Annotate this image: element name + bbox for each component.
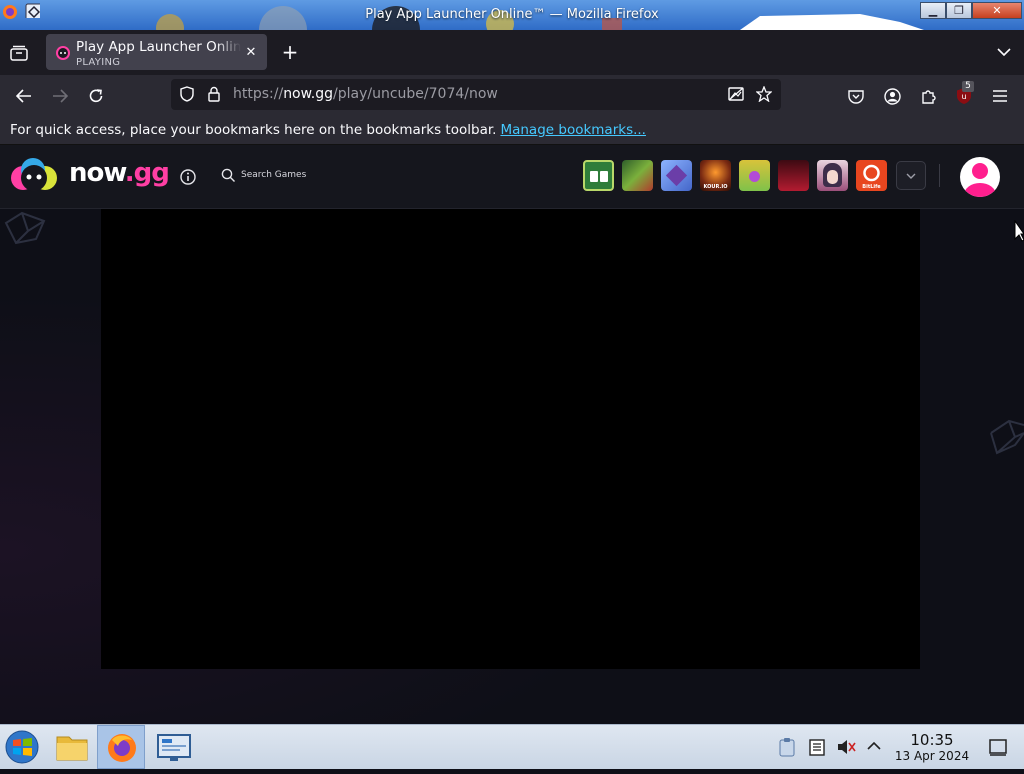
url-path: /play/uncube/7074/now (333, 86, 498, 102)
url-text[interactable]: https://now.gg/play/uncube/7074/now (233, 86, 498, 102)
manage-bookmarks-link[interactable]: Manage bookmarks... (500, 122, 646, 138)
cube-decoration-left (4, 211, 46, 245)
site-header: now.gg Search Games KOUR.IO BitLife (0, 145, 1024, 209)
nowgg-favicon-icon (56, 46, 70, 60)
app-menu-icon[interactable] (989, 85, 1011, 107)
mouse-cursor-icon (1014, 220, 1024, 242)
game-icon-7[interactable] (817, 160, 848, 191)
game-player-canvas[interactable] (101, 209, 920, 669)
window-titlebar: Play App Launcher Online™ — Mozilla Fire… (0, 0, 1024, 30)
tracking-protection-shield-icon[interactable] (178, 85, 196, 103)
bookmarks-empty-message: For quick access, place your bookmarks h… (10, 122, 646, 138)
extensions-puzzle-icon[interactable] (918, 85, 940, 107)
bookmarks-toolbar: For quick access, place your bookmarks h… (0, 116, 1024, 145)
user-icon (964, 163, 996, 197)
logo-now: now (69, 158, 126, 188)
tab-title: Play App Launcher Online™ (76, 39, 241, 55)
game-icon-6[interactable] (778, 160, 809, 191)
url-host: now.gg (283, 86, 334, 102)
clock-date: 13 Apr 2024 (894, 749, 970, 763)
nowgg-logo-text[interactable]: now.gg (69, 158, 170, 188)
game-icon-2[interactable] (622, 160, 653, 191)
window-title: Play App Launcher Online™ — Mozilla Fire… (365, 7, 659, 22)
taskbar-file-manager[interactable] (48, 725, 96, 769)
firefox-icon (108, 734, 136, 762)
cube-decoration-right (990, 419, 1024, 455)
search-icon (221, 168, 235, 182)
system-clock[interactable]: 10:35 13 Apr 2024 (887, 731, 977, 763)
reload-icon[interactable] (85, 85, 107, 107)
chevron-down-icon (906, 173, 916, 179)
tab-strip: Play App Launcher Online™ PLAYING ✕ + (0, 30, 1024, 75)
back-icon[interactable] (13, 85, 35, 107)
game-label-kour: KOUR.IO (703, 184, 728, 190)
taskbar-firefox[interactable] (97, 725, 145, 769)
game-icon-solitaire[interactable] (583, 160, 614, 191)
new-tab-icon[interactable]: + (280, 40, 300, 64)
game-icon-kour[interactable]: KOUR.IO (700, 160, 731, 191)
svg-text:u: u (961, 92, 966, 101)
tab-overview-icon[interactable] (9, 43, 29, 63)
navigation-toolbar: https://now.gg/play/uncube/7074/now u 5 (0, 75, 1024, 116)
header-divider (939, 164, 940, 187)
pocket-icon[interactable] (845, 85, 867, 107)
taskbar-control-panel[interactable] (150, 725, 198, 769)
nowgg-logo-icon[interactable] (9, 156, 59, 194)
game-label-bitlife: BitLife (862, 184, 881, 190)
show-desktop-icon[interactable] (988, 738, 1008, 756)
folder-icon (56, 736, 88, 761)
logo-gg: gg (133, 158, 170, 188)
account-icon[interactable] (881, 85, 903, 107)
tray-notes-icon[interactable] (808, 738, 826, 756)
extension-badge: 5 (962, 81, 974, 92)
game-icon-3[interactable] (661, 160, 692, 191)
info-icon[interactable] (179, 168, 197, 186)
volume-muted-icon[interactable] (836, 738, 856, 756)
game-icon-bitlife[interactable]: BitLife (856, 160, 887, 191)
user-avatar[interactable] (960, 157, 1000, 197)
minimize-button[interactable]: ▁ (920, 2, 946, 19)
maximize-button[interactable]: ❐ (946, 2, 972, 19)
clock-time: 10:35 (910, 731, 954, 749)
lock-icon[interactable] (205, 85, 223, 103)
logo-dot: . (124, 158, 135, 188)
tray-clipboard-icon[interactable] (778, 737, 796, 757)
close-window-button[interactable]: ✕ (972, 2, 1022, 19)
start-menu-icon[interactable] (5, 730, 39, 764)
forward-icon[interactable] (49, 85, 71, 107)
bookmark-star-icon[interactable] (755, 85, 773, 103)
more-games-button[interactable] (896, 161, 926, 190)
taskbar: 10:35 13 Apr 2024 (0, 724, 1024, 769)
game-icon-5[interactable] (739, 160, 770, 191)
address-bar[interactable]: https://now.gg/play/uncube/7074/now (171, 79, 781, 110)
bookmarks-hint-text: For quick access, place your bookmarks h… (10, 122, 497, 138)
close-tab-icon[interactable]: ✕ (242, 43, 260, 61)
tab-playing-label: PLAYING (76, 57, 121, 68)
picture-permission-icon[interactable] (727, 85, 745, 103)
search-games-placeholder: Search Games (241, 170, 307, 180)
tray-expand-chevron-icon[interactable] (866, 739, 882, 753)
monitor-settings-icon (157, 734, 191, 761)
page-content: now.gg Search Games KOUR.IO BitLife (0, 145, 1024, 724)
list-all-tabs-icon[interactable] (994, 42, 1014, 62)
url-scheme: https:// (233, 86, 284, 102)
tab-active[interactable]: Play App Launcher Online™ PLAYING ✕ (46, 34, 267, 70)
